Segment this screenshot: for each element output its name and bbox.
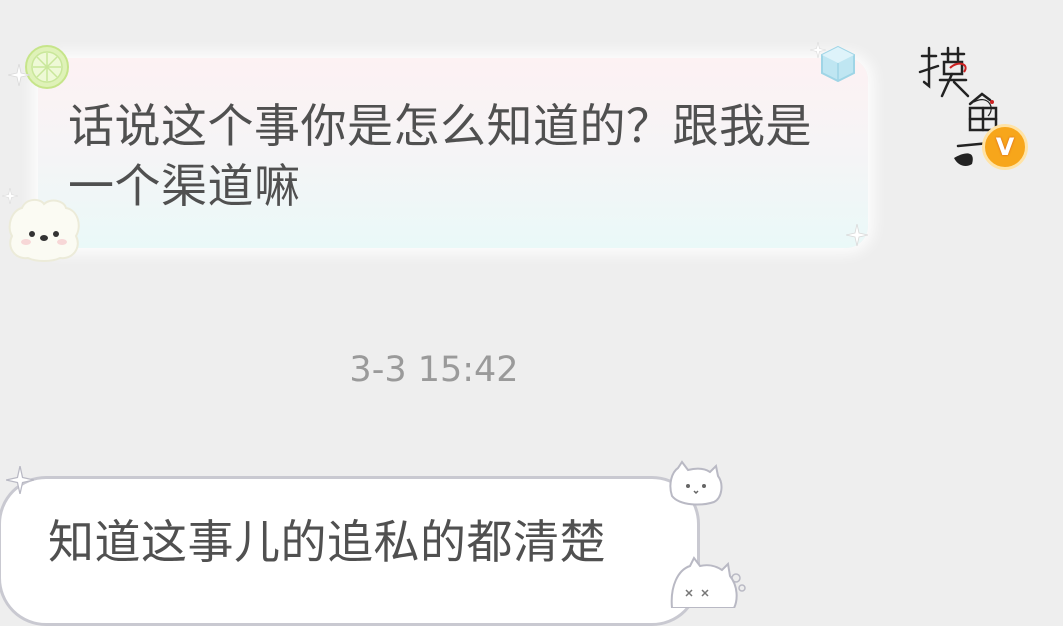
- lemon-icon: [25, 45, 69, 89]
- outgoing-message-text: 知道这事儿的追私的都清楚: [48, 515, 606, 569]
- sparkle-icon: [846, 224, 868, 246]
- sparkle-icon: [6, 466, 34, 494]
- cat-icon: [670, 556, 746, 608]
- sparkle-icon: [2, 188, 18, 204]
- vip-badge: V: [982, 124, 1028, 170]
- message-timestamp: 3-3 15:42: [349, 350, 519, 390]
- sparkle-icon: [810, 42, 826, 58]
- cat-icon: [669, 460, 723, 506]
- puppy-icon: [8, 198, 80, 262]
- sparkle-icon: [8, 64, 30, 86]
- incoming-message-text: 话说这个事你是怎么知道的？跟我是一个渠道嘛: [68, 99, 812, 213]
- chat-screen: { "messages": [ { "direction": "incoming…: [0, 0, 1063, 626]
